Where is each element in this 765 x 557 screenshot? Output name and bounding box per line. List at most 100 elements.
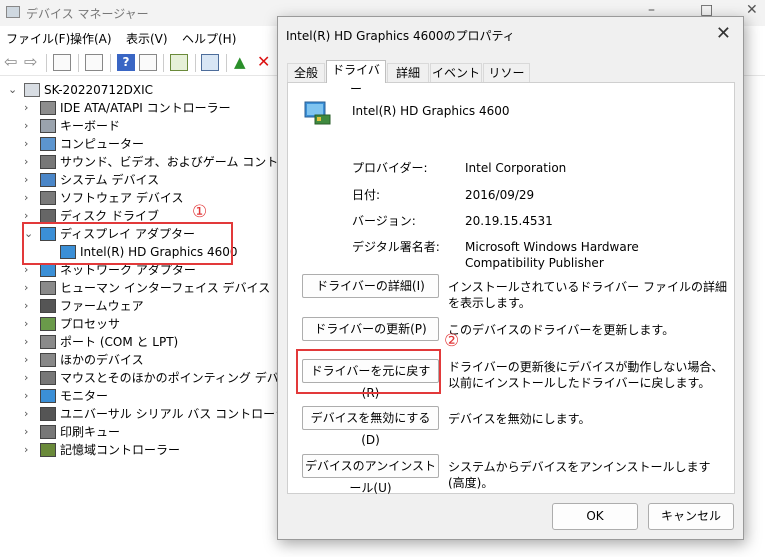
usb-icon	[40, 407, 56, 421]
tab-details[interactable]: 詳細	[387, 63, 429, 82]
ok-button[interactable]: OK	[552, 503, 638, 530]
tree-item-label: 印刷キュー	[60, 425, 121, 439]
date-value: 2016/09/29	[465, 188, 535, 202]
tab-resources[interactable]: リソース	[483, 63, 530, 99]
tree-category-item[interactable]: › システム デバイス	[0, 171, 270, 189]
tree-root-label: SK-20220712DXIC	[44, 83, 154, 97]
monitor-scan-icon[interactable]	[201, 54, 219, 71]
tree-item-label: コンピューター	[60, 137, 145, 151]
tree-category-item[interactable]: › ヒューマン インターフェイス デバイス	[0, 279, 270, 297]
software-device-icon	[40, 191, 56, 205]
display-adapter-icon	[304, 101, 331, 125]
tree-item-label: ユニバーサル シリアル バス コントローラー	[60, 407, 300, 421]
tree-category-item[interactable]: › キーボード	[0, 117, 270, 135]
tree-category-item[interactable]: › ポート (COM と LPT)	[0, 333, 270, 351]
driver-details-button[interactable]: ドライバーの詳細(I)	[302, 274, 439, 298]
chevron-right-icon[interactable]: ›	[24, 315, 34, 333]
disable-device-desc: デバイスを無効にします。	[448, 412, 591, 426]
uninstall-icon[interactable]: ✕	[257, 54, 275, 71]
monitor-icon	[40, 389, 56, 403]
tree-view-icon[interactable]	[53, 54, 71, 71]
view-icon[interactable]	[139, 54, 157, 71]
device-name: Intel(R) HD Graphics 4600	[352, 104, 510, 118]
chevron-down-icon[interactable]: ⌄	[8, 81, 18, 99]
properties-dialog: Intel(R) HD Graphics 4600のプロパティ ✕ 全般 ドライ…	[277, 16, 744, 540]
update-driver-desc: このデバイスのドライバーを更新します。	[448, 323, 675, 337]
network-adapter-icon	[40, 263, 56, 277]
chevron-right-icon[interactable]: ›	[24, 423, 34, 441]
window-title: デバイス マネージャー	[26, 7, 149, 21]
forward-arrow-icon[interactable]: ⇨	[24, 54, 42, 71]
tree-category-item[interactable]: › ファームウェア	[0, 297, 270, 315]
chevron-right-icon[interactable]: ›	[24, 171, 34, 189]
device-manager-app-icon	[6, 6, 20, 18]
close-button[interactable]: ✕	[746, 2, 758, 18]
tree-category-item[interactable]: › 記憶域コントローラー	[0, 441, 270, 459]
tree-category-item[interactable]: › サウンド、ビデオ、およびゲーム コントローラー	[0, 153, 326, 171]
dialog-title: Intel(R) HD Graphics 4600のプロパティ	[286, 29, 515, 43]
chevron-right-icon[interactable]: ›	[24, 351, 34, 369]
chevron-right-icon[interactable]: ›	[24, 387, 34, 405]
help-icon[interactable]: ?	[117, 54, 135, 71]
tree-item-label: システム デバイス	[60, 173, 160, 187]
rollback-driver-desc: ドライバーの更新後にデバイスが動作しない場合、以前にインストールしたドライバーに…	[448, 360, 724, 390]
signer-value: Microsoft Windows Hardware Compatibility…	[465, 240, 639, 270]
tree-item-label: ファームウェア	[60, 299, 144, 313]
menu-view[interactable]: 表示(V)	[126, 30, 168, 47]
menu-action[interactable]: 操作(A)	[70, 30, 112, 47]
update-driver-icon[interactable]: ▲	[234, 54, 252, 71]
tree-root[interactable]: ⌄ SK-20220712DXIC	[0, 81, 270, 99]
ide-controller-icon	[40, 101, 56, 115]
other-device-icon	[40, 353, 56, 367]
tree-item-label: ほかのデバイス	[60, 353, 144, 367]
disable-device-button[interactable]: デバイスを無効にする(D)	[302, 406, 439, 447]
scan-hardware-icon[interactable]	[170, 54, 188, 71]
chevron-right-icon[interactable]: ›	[24, 441, 34, 459]
chevron-right-icon[interactable]: ›	[24, 333, 34, 351]
tree-category-item[interactable]: › ほかのデバイス	[0, 351, 270, 369]
chevron-right-icon[interactable]: ›	[24, 135, 34, 153]
tree-category-item[interactable]: › マウスとそのほかのポインティング デバイス	[0, 369, 302, 387]
tree-category-item[interactable]: › ソフトウェア デバイス	[0, 189, 270, 207]
chevron-right-icon[interactable]: ›	[24, 99, 34, 117]
hid-icon	[40, 281, 56, 295]
tree-item-label: 記憶域コントローラー	[60, 443, 181, 457]
tree-item-label: マウスとそのほかのポインティング デバイス	[60, 371, 303, 385]
chevron-right-icon[interactable]: ›	[24, 369, 34, 387]
chevron-right-icon[interactable]: ›	[24, 117, 34, 135]
version-value: 20.19.15.4531	[465, 214, 553, 228]
tree-category-item[interactable]: › コンピューター	[0, 135, 270, 153]
chevron-right-icon[interactable]: ›	[24, 405, 34, 423]
date-label: 日付:	[352, 188, 381, 202]
tab-events[interactable]: イベント	[430, 63, 482, 82]
uninstall-device-desc: システムからデバイスをアンインストールします (高度)。	[448, 460, 711, 490]
chevron-right-icon[interactable]: ›	[24, 153, 34, 171]
version-label: バージョン:	[352, 214, 416, 228]
uninstall-device-button[interactable]: デバイスのアンインストール(U)	[302, 454, 439, 495]
tree-item-label: ポート (COM と LPT)	[60, 335, 179, 349]
tree-category-item[interactable]: › 印刷キュー	[0, 423, 270, 441]
firmware-icon	[40, 299, 56, 313]
computer-icon	[24, 83, 40, 97]
update-driver-button[interactable]: ドライバーの更新(P)	[302, 317, 439, 341]
back-arrow-icon[interactable]: ⇦	[4, 54, 22, 71]
chevron-right-icon[interactable]: ›	[24, 189, 34, 207]
properties-icon[interactable]	[85, 54, 103, 71]
tree-item-label: ソフトウェア デバイス	[60, 191, 184, 205]
menu-file[interactable]: ファイル(F)	[6, 30, 70, 47]
tree-category-item[interactable]: › ユニバーサル シリアル バス コントローラー	[0, 405, 299, 423]
tab-general[interactable]: 全般	[287, 63, 325, 82]
tree-category-item[interactable]: › IDE ATA/ATAPI コントローラー	[0, 99, 270, 117]
cancel-button[interactable]: キャンセル	[648, 503, 734, 530]
chevron-right-icon[interactable]: ›	[24, 279, 34, 297]
dialog-close-button[interactable]: ✕	[716, 23, 731, 44]
tab-driver[interactable]: ドライバー	[326, 60, 386, 96]
chevron-right-icon[interactable]: ›	[24, 297, 34, 315]
signer-label: デジタル署名者:	[352, 240, 440, 254]
storage-controller-icon	[40, 443, 56, 457]
menu-help[interactable]: ヘルプ(H)	[182, 30, 236, 47]
tree-category-item[interactable]: › プロセッサ	[0, 315, 270, 333]
tree-category-item[interactable]: › モニター	[0, 387, 270, 405]
annotation-1: ①	[192, 202, 208, 222]
processor-icon	[40, 317, 56, 331]
